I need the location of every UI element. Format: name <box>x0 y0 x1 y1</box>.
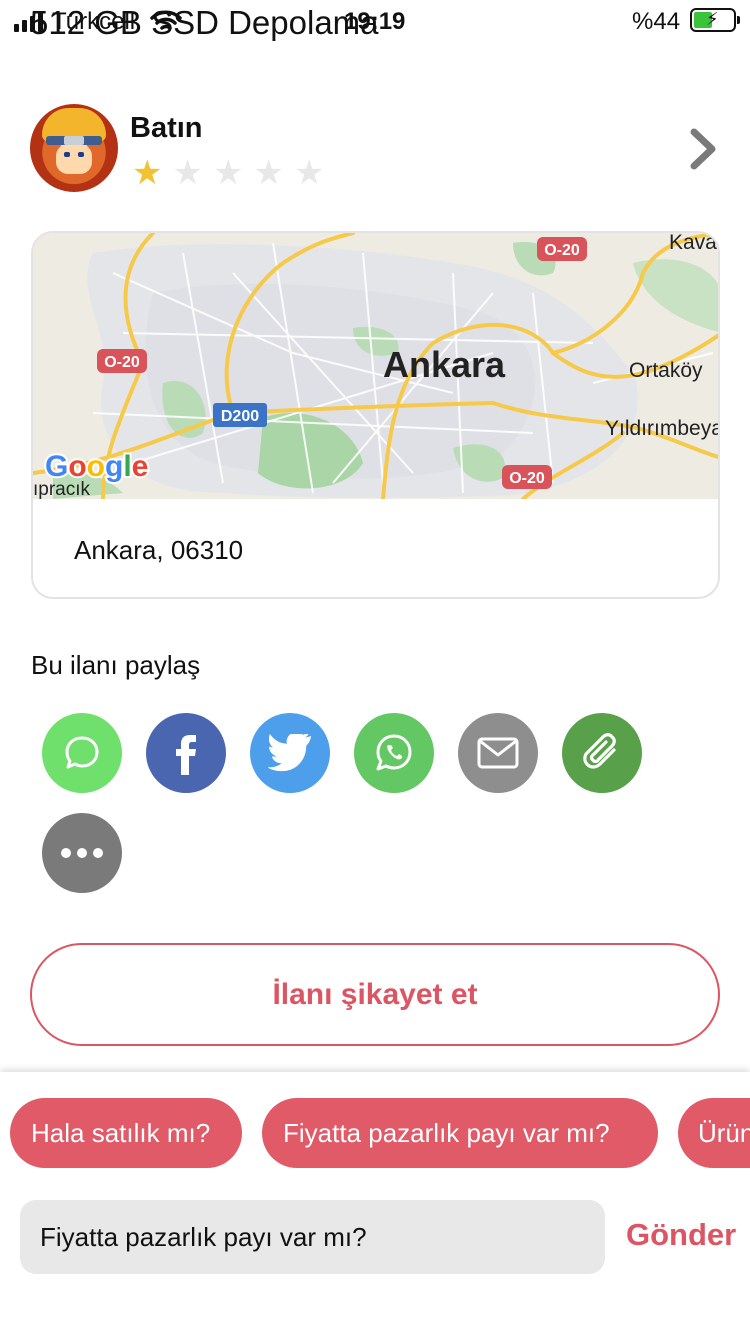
chevron-right-icon[interactable] <box>688 128 718 170</box>
status-bar: Turkcell 19:19 %44 ⚡ 512 GB SSD Depolama <box>0 0 750 44</box>
share-twitter-button[interactable] <box>250 713 330 793</box>
share-facebook-button[interactable] <box>146 713 226 793</box>
paperclip-icon <box>583 733 616 769</box>
chat-bubble-icon <box>65 736 99 769</box>
quick-reply-label: Hala satılık mı? <box>31 1117 211 1148</box>
address-text: Ankara, 06310 <box>74 535 244 565</box>
share-whatsapp-button[interactable] <box>354 713 434 793</box>
report-listing-button[interactable]: İlanı şikayet et <box>30 943 720 1046</box>
road-shield: O-20 <box>104 354 140 371</box>
listing-title-overlap: 512 GB SSD Depolama <box>30 4 379 41</box>
whatsapp-icon <box>376 734 412 771</box>
svg-text:Google: Google <box>45 450 148 483</box>
quick-reply-label: Ürün <box>698 1117 750 1148</box>
map-label: Ortaköy <box>629 359 703 382</box>
location-map[interactable]: O-20 O-20 O-20 D200 Ankara Ortaköy Yıldı… <box>33 233 720 499</box>
facebook-icon <box>176 735 196 775</box>
twitter-icon <box>268 734 312 772</box>
star-empty-icon: ★ <box>253 154 284 192</box>
star-empty-icon: ★ <box>172 154 203 192</box>
map-city-label: Ankara <box>383 344 506 385</box>
message-input[interactable] <box>20 1200 605 1274</box>
star-filled-icon: ★ <box>132 154 163 192</box>
share-title: Bu ilanı paylaş <box>31 650 201 680</box>
avatar <box>30 104 118 192</box>
message-panel: Hala satılık mı? Fiyatta pazarlık payı v… <box>0 1072 750 1334</box>
quick-reply-label: Fiyatta pazarlık payı var mı? <box>283 1117 610 1148</box>
share-more-button[interactable] <box>42 813 122 893</box>
quick-reply-chip[interactable]: Hala satılık mı? <box>10 1098 242 1168</box>
battery-percentage: %44 <box>632 8 681 35</box>
road-shield: O-20 <box>509 470 545 487</box>
quick-reply-chip[interactable]: Fiyatta pazarlık payı var mı? <box>262 1098 658 1168</box>
seller-name: Batın <box>130 112 203 144</box>
seller-row[interactable]: Batın ★ ★ ★ ★ ★ <box>30 104 720 194</box>
send-button[interactable]: Gönder <box>626 1217 736 1253</box>
battery-icon: ⚡ <box>690 8 740 32</box>
share-sms-button[interactable] <box>42 713 122 793</box>
map-label: Yıldırımbeya <box>605 417 720 440</box>
quick-reply-chip[interactable]: Ürün <box>678 1098 750 1168</box>
road-shield: D200 <box>221 408 259 425</box>
mail-icon <box>477 737 519 769</box>
seller-rating: ★ ★ ★ ★ ★ <box>132 156 324 190</box>
star-empty-icon: ★ <box>293 154 325 192</box>
road-shield: O-20 <box>544 242 580 259</box>
share-copy-link-button[interactable] <box>562 713 642 793</box>
star-empty-icon: ★ <box>212 154 244 192</box>
google-logo: Google Google <box>43 448 150 485</box>
map-label: Kava <box>669 233 717 254</box>
share-email-button[interactable] <box>458 713 538 793</box>
location-card[interactable]: O-20 O-20 O-20 D200 Ankara Ortaköy Yıldı… <box>31 231 720 599</box>
ellipsis-icon <box>61 848 103 858</box>
